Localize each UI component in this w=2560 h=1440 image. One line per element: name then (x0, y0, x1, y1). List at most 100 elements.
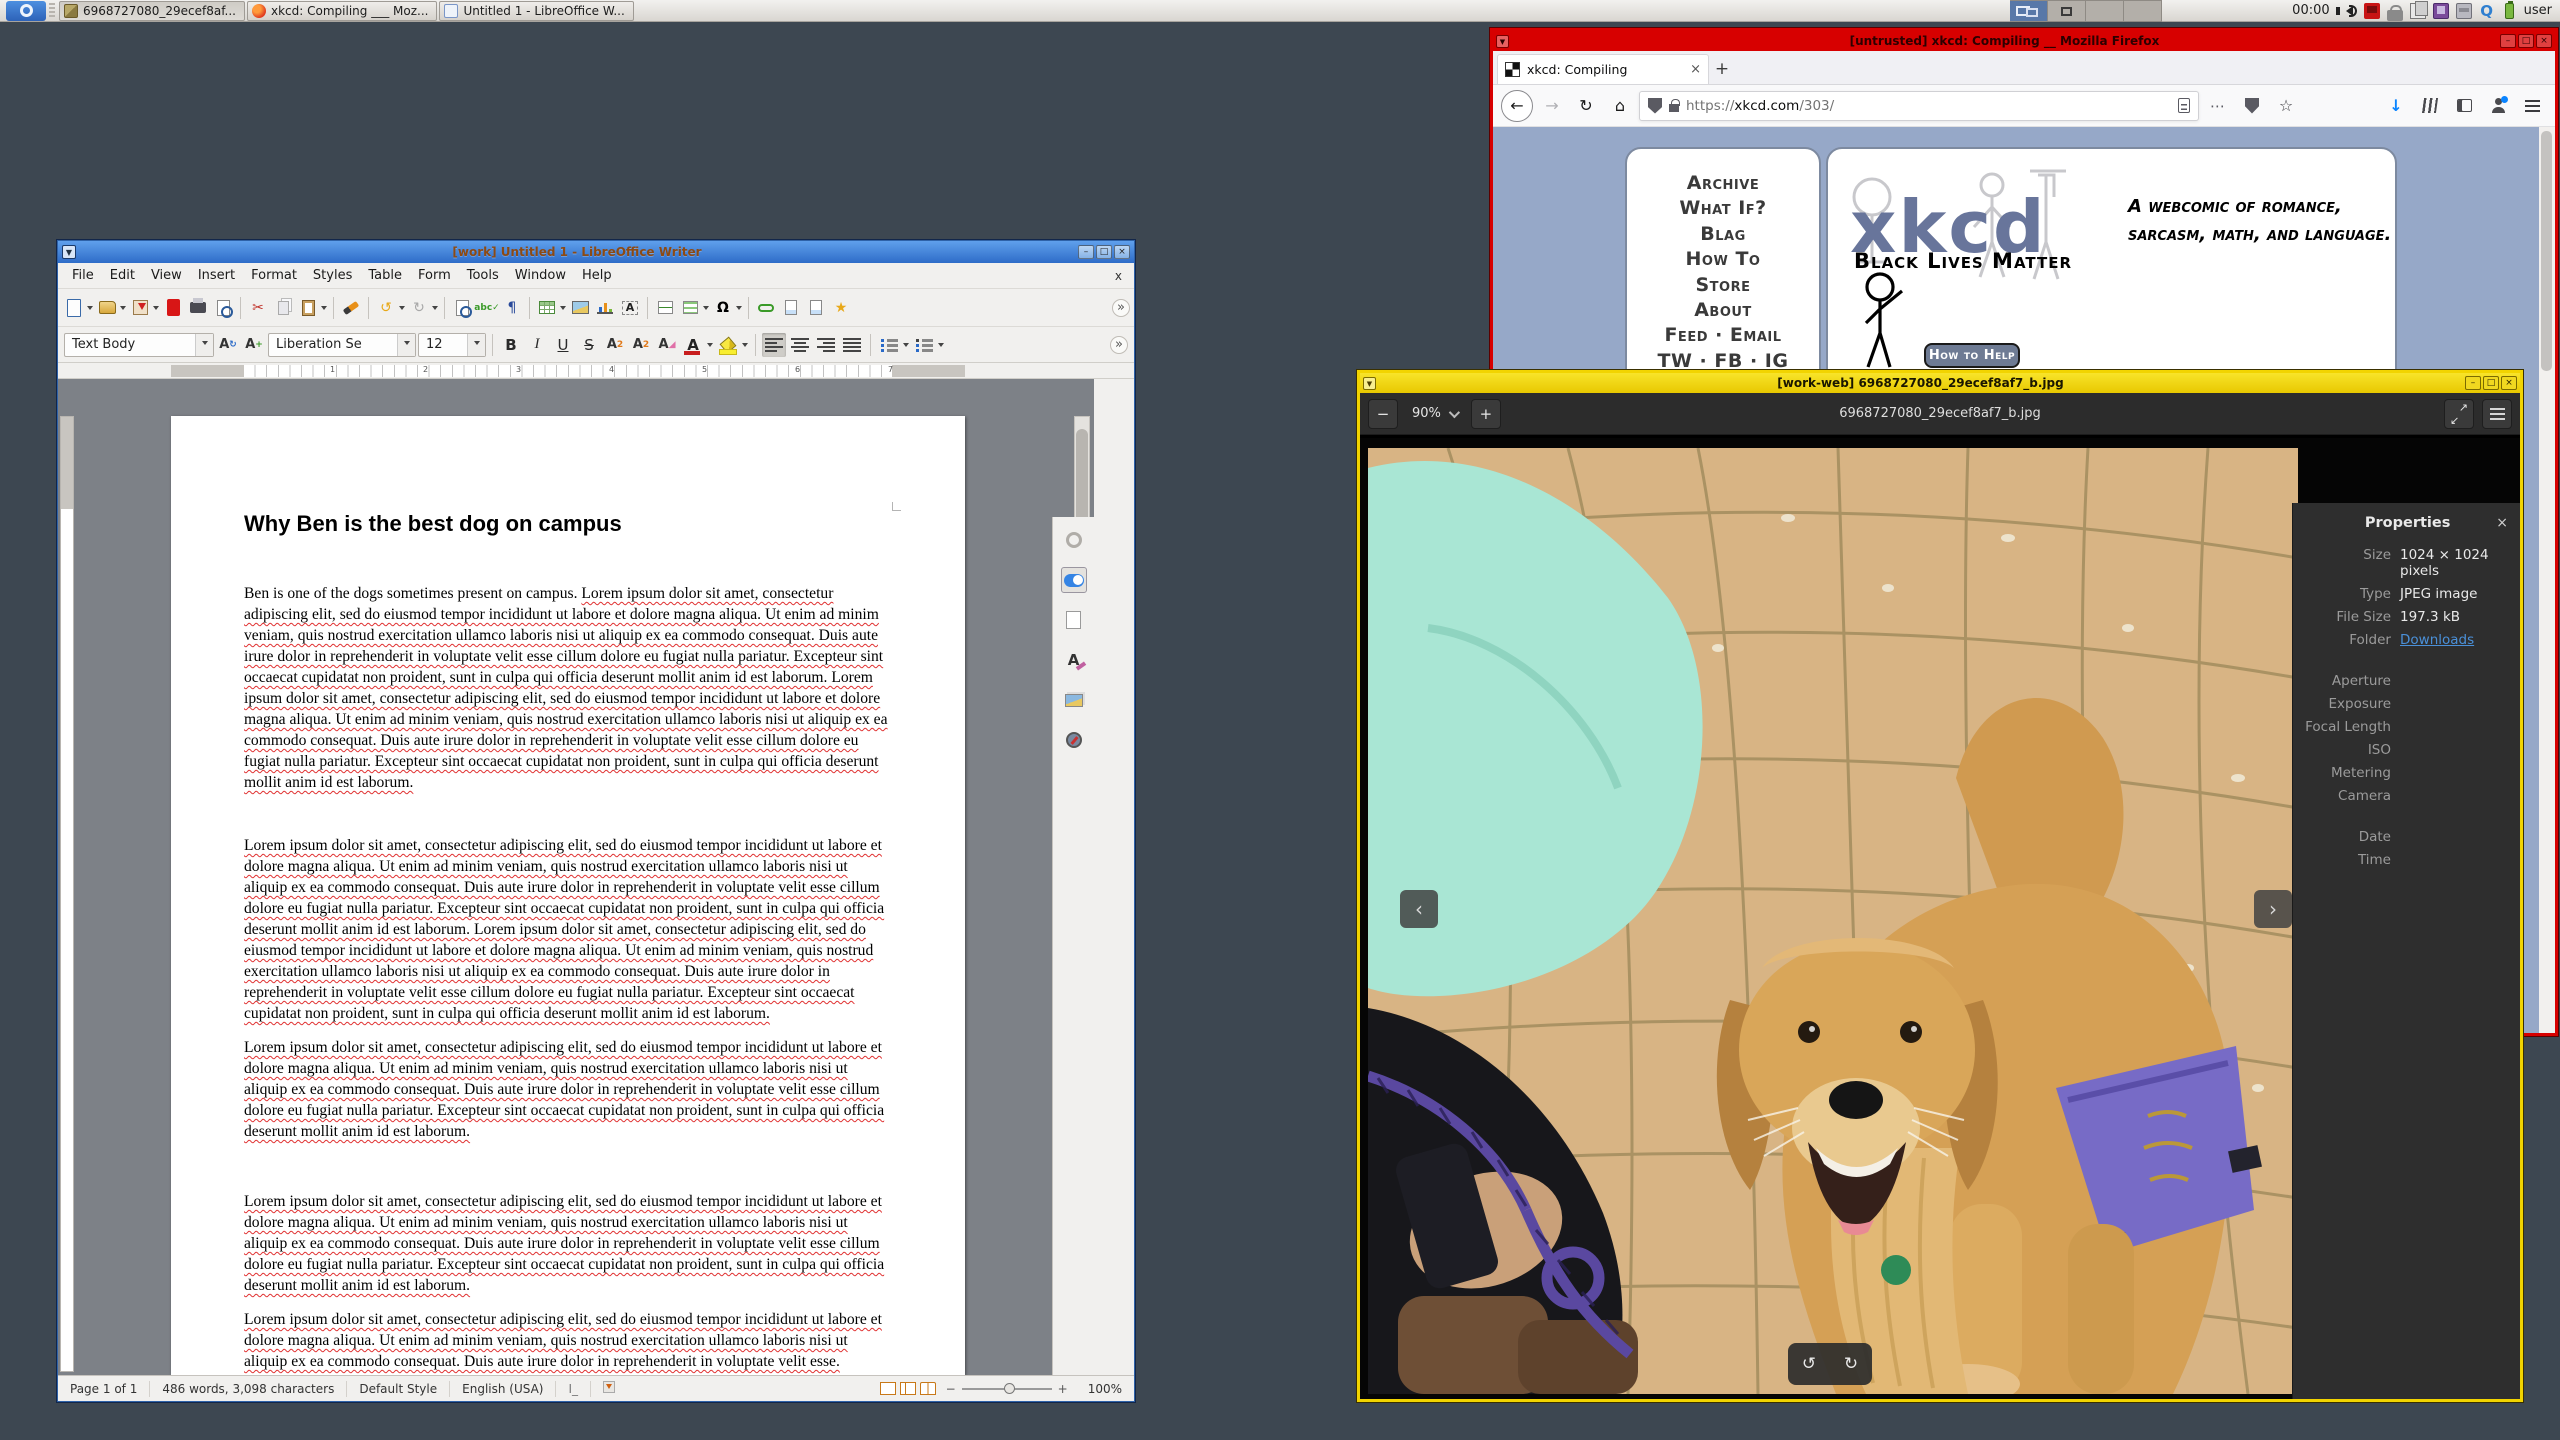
url-text[interactable]: https://xkcd.com/303/ (1686, 98, 2171, 114)
xkcd-nav-what-if[interactable]: What If? (1627, 196, 1819, 221)
export-pdf-button[interactable] (161, 296, 185, 320)
new-tab-button[interactable]: + (1709, 56, 1735, 82)
menu-view[interactable]: View (143, 265, 190, 286)
downloads-link[interactable]: Downloads (2400, 632, 2474, 648)
next-image-button[interactable]: › (2254, 890, 2292, 928)
selection-mode-icon[interactable] (591, 1380, 627, 1397)
numbered-list-button[interactable] (912, 333, 936, 357)
dropdown-caret[interactable] (120, 306, 126, 313)
zoom-slider-knob[interactable] (1003, 1382, 1015, 1394)
document-page[interactable]: Why Ben is the best dog on campus Ben is… (171, 416, 965, 1375)
clipboard-icon[interactable] (2409, 0, 2428, 19)
task-button-image-viewer[interactable]: 6968727080_29ecef8af... (59, 0, 245, 21)
qubes-domains-icon[interactable] (2363, 2, 2380, 19)
font-name-select[interactable]: Liberation Se (268, 332, 416, 357)
zoom-out-button[interactable]: − (1368, 398, 1398, 429)
align-center-button[interactable] (788, 333, 812, 357)
properties-close-icon[interactable]: × (2496, 515, 2508, 531)
library-icon[interactable] (2421, 98, 2439, 113)
strikethrough-button[interactable]: S (577, 333, 601, 357)
workspace-3[interactable] (2086, 0, 2125, 22)
menu-table[interactable]: Table (360, 265, 410, 286)
zoom-in-button[interactable]: + (1470, 398, 1501, 429)
highlight-color-button[interactable] (716, 333, 740, 357)
pocket-icon[interactable] (2245, 97, 2259, 114)
insert-hyperlink-button[interactable] (754, 296, 778, 320)
clear-formatting-button[interactable]: A ◢ (655, 333, 679, 357)
dropdown-caret[interactable] (742, 343, 748, 350)
xkcd-nav-about[interactable]: About (1627, 298, 1819, 323)
volume-icon[interactable] (2335, 3, 2357, 19)
insert-endnote-button[interactable] (804, 296, 828, 320)
minimize-button[interactable]: – (2465, 376, 2481, 390)
page-actions-icon[interactable]: ⋯ (2203, 91, 2233, 121)
spell-check-button[interactable]: abc ✓ (474, 296, 499, 320)
insert-field-button[interactable] (678, 296, 702, 320)
menu-form[interactable]: Form (410, 265, 459, 286)
back-button[interactable]: ← (1501, 89, 1533, 122)
sidebar-gallery-button[interactable] (1061, 687, 1087, 713)
maximize-button[interactable]: □ (1096, 245, 1112, 259)
update-style-button[interactable]: A ↻ (216, 333, 240, 357)
app-menu-button[interactable] (6, 0, 46, 21)
downloads-icon[interactable]: ↓ (2381, 91, 2411, 121)
disk-icon[interactable] (2455, 2, 2472, 19)
fullscreen-button[interactable] (2444, 398, 2474, 429)
tracking-protection-shield-icon[interactable] (1648, 97, 1662, 114)
minimize-button[interactable]: – (2500, 34, 2516, 48)
how-to-help-button[interactable]: How to Help (1924, 343, 2020, 368)
minimize-button[interactable]: – (1078, 245, 1094, 259)
single-page-view-button[interactable] (879, 1382, 896, 1395)
menu-help[interactable]: Help (574, 265, 620, 286)
rotate-right-button[interactable]: ↻ (1844, 1354, 1858, 1374)
new-document-button[interactable] (62, 296, 86, 320)
url-bar[interactable]: https://xkcd.com/303/ (1639, 90, 2199, 121)
multi-page-view-button[interactable] (899, 1382, 916, 1395)
xkcd-nav-store[interactable]: Store (1627, 273, 1819, 298)
cut-button[interactable]: ✂ (246, 296, 270, 320)
menu-window[interactable]: Window (507, 265, 574, 286)
print-button[interactable] (186, 296, 210, 320)
menu-format[interactable]: Format (243, 265, 305, 286)
align-right-button[interactable] (814, 333, 838, 357)
dropdown-caret[interactable] (938, 343, 944, 350)
font-size-select[interactable]: 12 (418, 332, 486, 357)
menu-edit[interactable]: Edit (102, 265, 143, 286)
window-menu-icon[interactable]: ▼ (1496, 34, 1509, 48)
zoom-level[interactable]: 90% (1412, 406, 1441, 421)
sidebar-page-button[interactable] (1061, 607, 1087, 633)
sidebar-settings-button[interactable] (1061, 527, 1087, 553)
font-color-button[interactable]: A (681, 333, 705, 357)
home-button[interactable]: ⌂ (1605, 91, 1635, 121)
justify-button[interactable] (840, 333, 864, 357)
forward-button[interactable]: → (1537, 91, 1567, 121)
page-count[interactable]: Page 1 of 1 (58, 1380, 151, 1397)
tab-close-icon[interactable]: × (1690, 62, 1701, 77)
underline-button[interactable]: U (551, 333, 575, 357)
bullet-list-button[interactable] (877, 333, 901, 357)
reader-mode-icon[interactable] (2178, 98, 2190, 113)
insert-footnote-button[interactable] (779, 296, 803, 320)
sidebar-properties-button[interactable] (1060, 567, 1087, 593)
clone-formatting-button[interactable] (339, 296, 363, 320)
new-style-button[interactable]: A + (242, 333, 266, 357)
viewer-titlebar[interactable]: ▼ [work-web] 6968727080_29ecef8af7_b.jpg… (1360, 373, 2520, 393)
menu-styles[interactable]: Styles (305, 265, 360, 286)
find-replace-button[interactable] (450, 296, 474, 320)
copy-button[interactable] (271, 296, 295, 320)
xkcd-nav-blag[interactable]: Blag (1627, 222, 1819, 247)
toolbar-overflow-chevron[interactable]: » (1110, 335, 1128, 354)
firefox-titlebar[interactable]: ▼ [untrusted] xkcd: Compiling __ Mozilla… (1493, 31, 2555, 51)
save-button[interactable] (128, 296, 152, 320)
workspace-pager[interactable] (2010, 0, 2163, 22)
print-preview-button[interactable] (211, 296, 235, 320)
vertical-ruler[interactable] (60, 416, 74, 1372)
battery-icon[interactable] (2504, 0, 2514, 19)
devices-icon[interactable] (2432, 2, 2449, 19)
dropdown-caret[interactable] (153, 306, 159, 313)
account-icon[interactable] (2491, 96, 2508, 113)
dropdown-caret[interactable] (903, 343, 909, 350)
dropdown-caret[interactable] (560, 306, 566, 313)
superscript-button[interactable]: A2 (603, 333, 627, 357)
bookmark-button[interactable]: ★ (829, 296, 853, 320)
